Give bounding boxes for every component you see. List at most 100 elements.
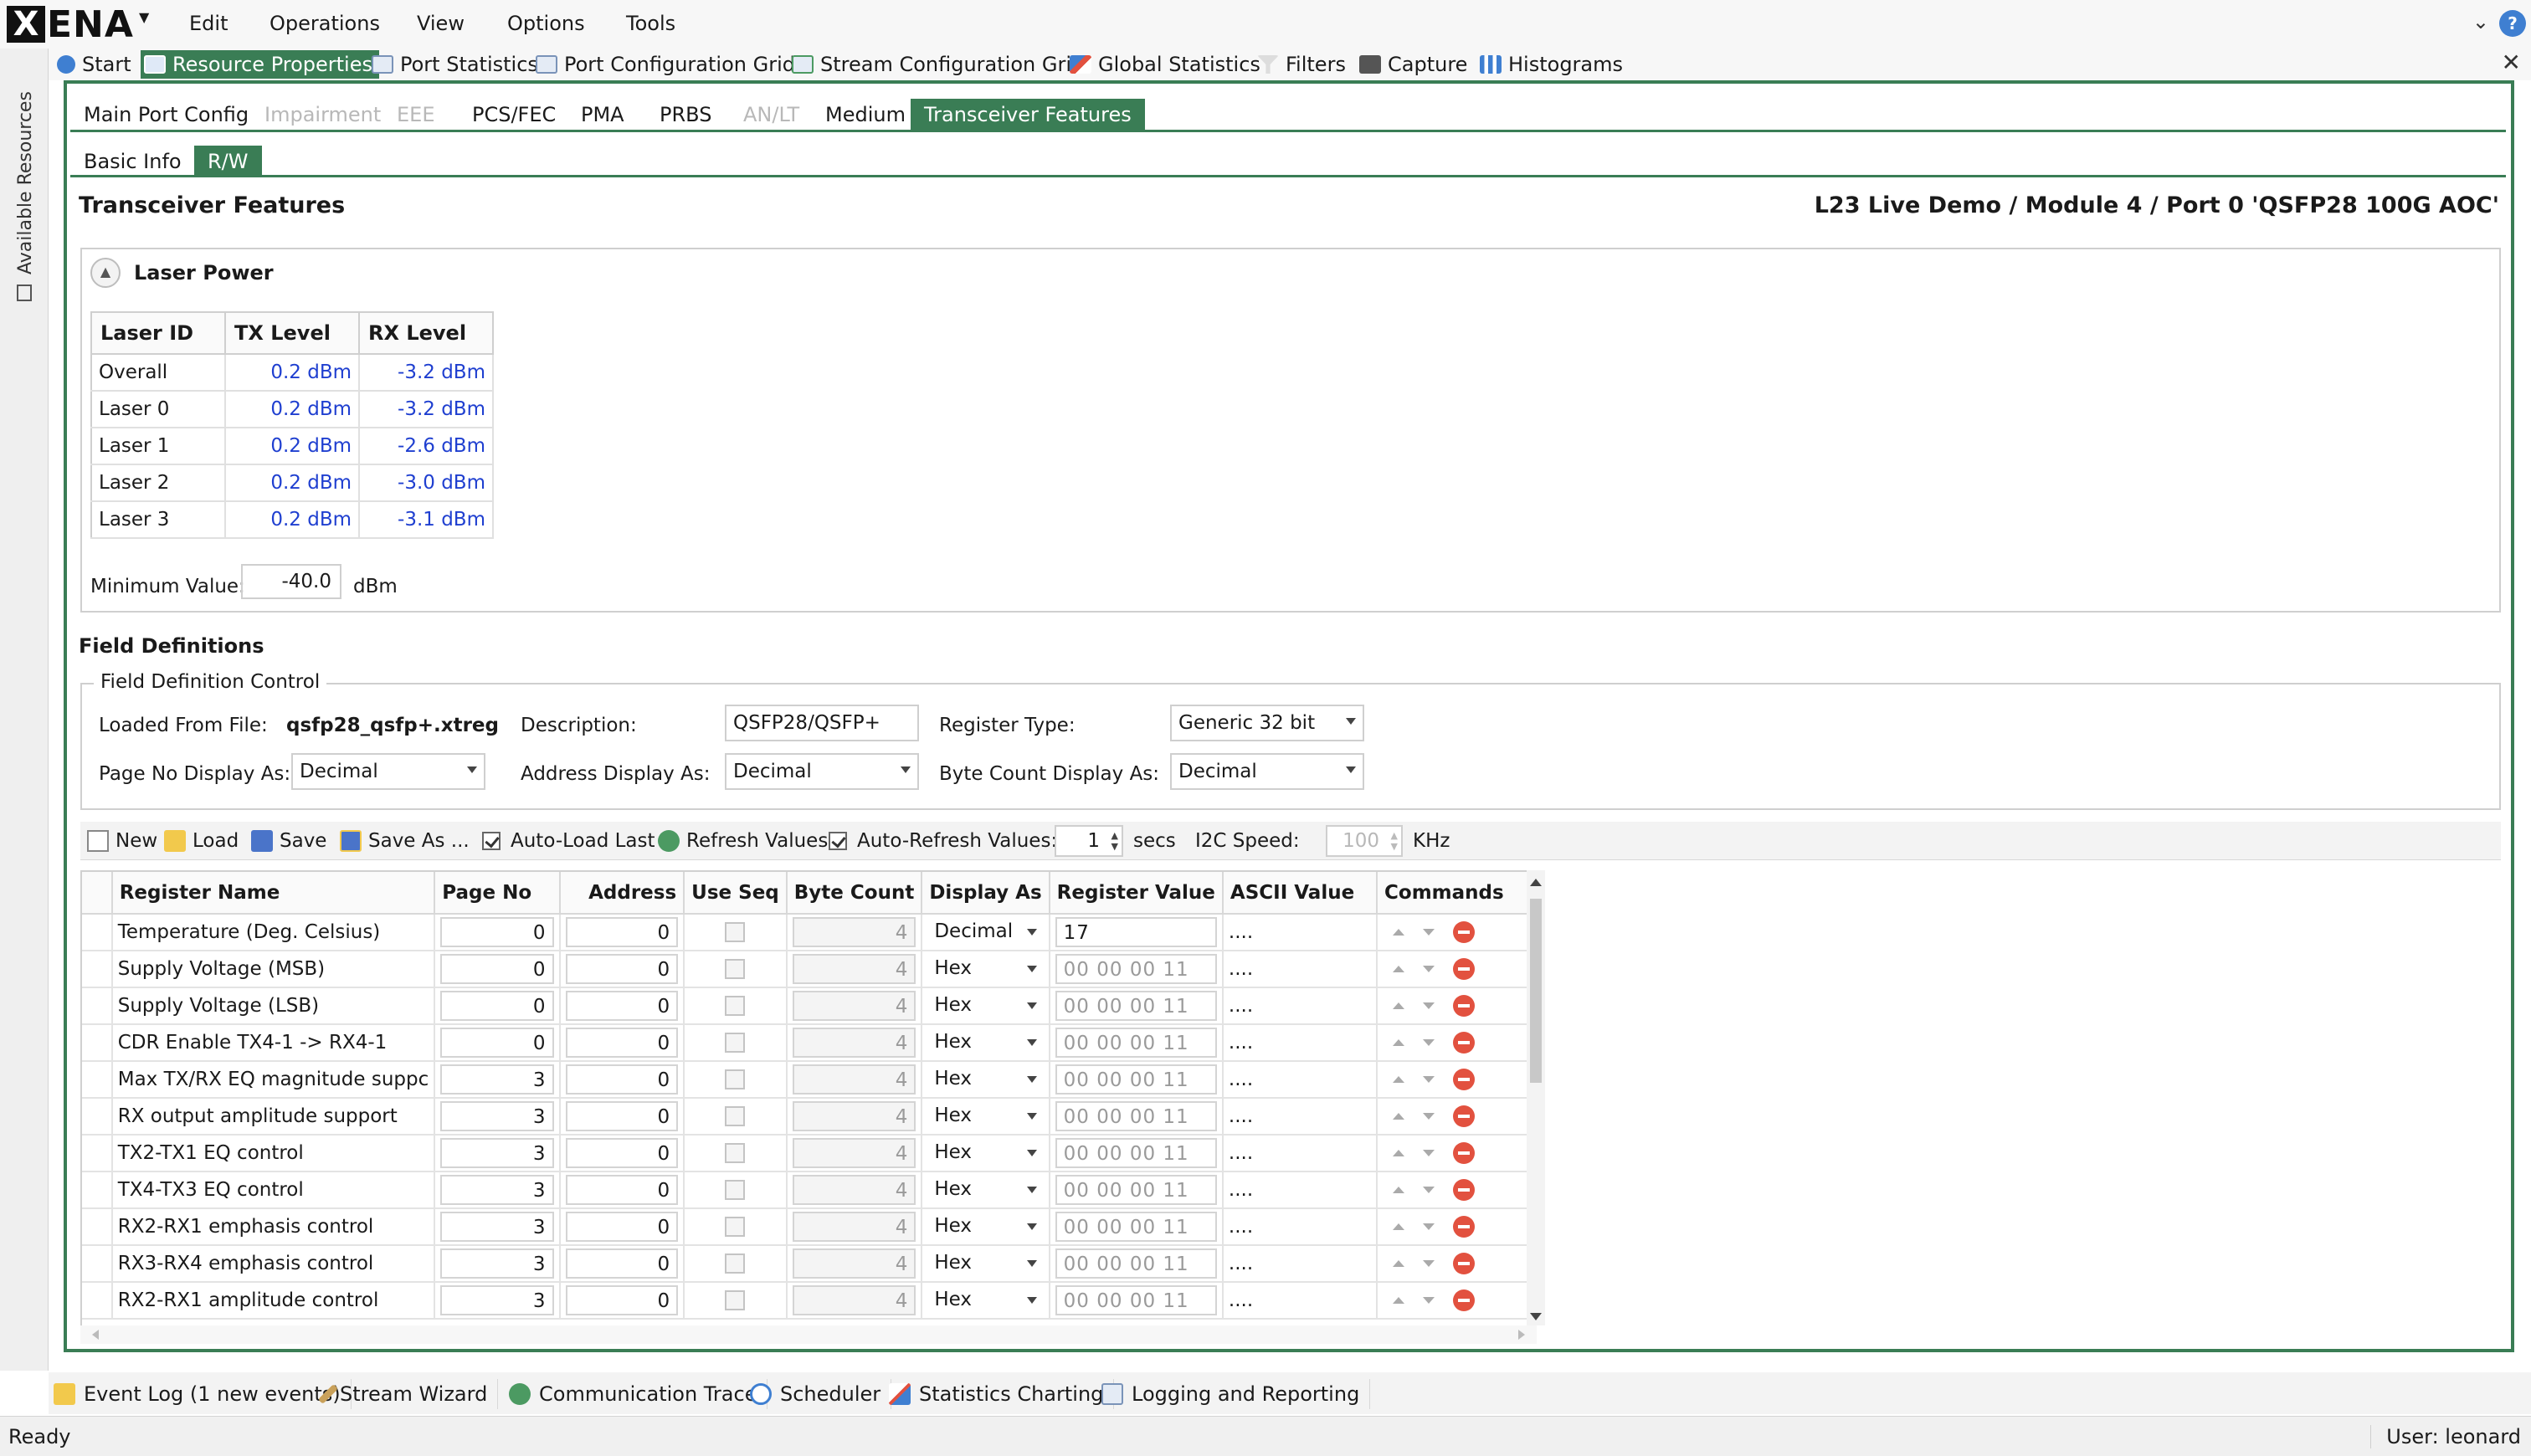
register-name[interactable]: TX4-TX3 EQ control (111, 1171, 436, 1209)
scroll-thumb[interactable] (1530, 899, 1542, 1083)
description-input[interactable]: QSFP28/QSFP+ (725, 705, 919, 741)
column-header-page-no[interactable]: Page No (434, 872, 561, 915)
page-no-input[interactable]: 3 (440, 1138, 554, 1168)
delete-icon[interactable] (1453, 1032, 1476, 1054)
table-row[interactable]: Supply Voltage (LSB) 0 0 4 Hex 00 00 00 11...… (82, 987, 1535, 1025)
table-row[interactable]: TX4-TX3 EQ control 3 0 4 Hex 00 00 00 11.... (82, 1171, 1535, 1209)
column-header-register-value[interactable]: Register Value (1049, 872, 1224, 915)
row-selector[interactable] (82, 1171, 113, 1209)
column-header-use-seq[interactable]: Use Seq (684, 872, 788, 915)
page-no-input[interactable]: 3 (440, 1285, 554, 1315)
table-row[interactable]: RX2-RX1 amplitude control 3 0 4 Hex 00 00 00 … (82, 1282, 1535, 1320)
table-row[interactable]: RX2-RX1 emphasis control 3 0 4 Hex 00 00 00 1… (82, 1208, 1535, 1246)
display-as-select[interactable]: Hex (927, 1285, 1043, 1315)
move-down-icon[interactable] (1423, 1002, 1435, 1009)
display-as-select[interactable]: Hex (927, 1212, 1043, 1242)
register-name[interactable]: CDR Enable TX4-1 -> RX4-1 (111, 1024, 436, 1062)
register-name[interactable]: RX2-RX1 amplitude control (111, 1282, 436, 1320)
page-no-input[interactable]: 3 (440, 1101, 554, 1131)
address-input[interactable]: 0 (565, 917, 679, 947)
address-input[interactable]: 0 (565, 1138, 679, 1168)
column-header-byte-count[interactable]: Byte Count (786, 872, 923, 915)
move-up-icon[interactable] (1393, 1260, 1405, 1267)
register-value-input[interactable]: 17 (1055, 917, 1217, 947)
use-seq-checkbox[interactable] (725, 1143, 746, 1163)
delete-icon[interactable] (1453, 1216, 1476, 1238)
menu-view[interactable]: View (417, 12, 465, 35)
column-header-commands[interactable]: Commands (1377, 872, 1535, 915)
table-row[interactable]: CDR Enable TX4-1 -> RX4-1 0 0 4 Hex 00 00 00 … (82, 1024, 1535, 1062)
row-selector[interactable] (82, 1098, 113, 1136)
display-as-select[interactable]: Hex (927, 991, 1043, 1021)
delete-icon[interactable] (1453, 1069, 1476, 1090)
page-no-display-select[interactable]: Decimal (291, 753, 485, 790)
move-down-icon[interactable] (1423, 1113, 1435, 1120)
display-as-select[interactable]: Hex (927, 1028, 1043, 1058)
pin-icon[interactable] (17, 285, 32, 301)
menu-tools[interactable]: Tools (626, 12, 675, 35)
logo-caret-icon[interactable]: ▼ (139, 9, 149, 25)
register-type-select[interactable]: Generic 32 bit (1170, 705, 1364, 741)
available-resources-strip[interactable]: Available Resources (0, 49, 49, 1371)
tab-event-log[interactable]: Event Log (1 new events) (54, 1379, 352, 1409)
page-no-input[interactable]: 3 (440, 1175, 554, 1205)
register-name[interactable]: Temperature (Deg. Celsius) (111, 914, 436, 951)
table-row[interactable]: TX2-TX1 EQ control 3 0 4 Hex 00 00 00 11.... (82, 1135, 1535, 1172)
page-no-input[interactable]: 0 (440, 1028, 554, 1058)
address-input[interactable]: 0 (565, 1212, 679, 1242)
move-up-icon[interactable] (1393, 1223, 1405, 1230)
tab-transceiver-features[interactable]: Transceiver Features (911, 99, 1145, 131)
row-selector[interactable] (82, 1024, 113, 1062)
use-seq-checkbox[interactable] (725, 1290, 746, 1310)
scroll-left-icon[interactable] (92, 1330, 99, 1340)
menu-options[interactable]: Options (507, 12, 585, 35)
move-down-icon[interactable] (1423, 966, 1435, 972)
toolbar-port-configuration-grid[interactable]: Port Configuration Grid (532, 50, 802, 79)
table-row[interactable]: RX3-RX4 emphasis control 3 0 4 Hex 00 00 00 1… (82, 1245, 1535, 1283)
scroll-right-icon[interactable] (1518, 1330, 1525, 1340)
register-value-input[interactable]: 00 00 00 11 (1055, 1028, 1217, 1058)
page-no-input[interactable]: 3 (440, 1248, 554, 1279)
page-no-input[interactable]: 0 (440, 917, 554, 947)
column-header-address[interactable]: Address (559, 872, 685, 915)
byte-count-display-select[interactable]: Decimal (1170, 753, 1364, 790)
use-seq-checkbox[interactable] (725, 996, 746, 1016)
register-value-input[interactable]: 00 00 00 11 (1055, 1175, 1217, 1205)
move-down-icon[interactable] (1423, 1039, 1435, 1046)
delete-icon[interactable] (1453, 1289, 1476, 1311)
page-no-input[interactable]: 3 (440, 1212, 554, 1242)
move-down-icon[interactable] (1423, 1260, 1435, 1267)
help-icon[interactable]: ? (2499, 10, 2526, 37)
tab-prbs[interactable]: PRBS (646, 99, 725, 131)
tab-communication-trace[interactable]: Communication Trace (509, 1379, 768, 1409)
move-up-icon[interactable] (1393, 1076, 1405, 1083)
grid-horizontal-scrollbar[interactable] (80, 1325, 1537, 1344)
row-selector[interactable] (82, 1282, 113, 1320)
toolbar-filters[interactable]: Filters (1254, 50, 1353, 79)
address-input[interactable]: 0 (565, 954, 679, 984)
row-selector[interactable] (82, 1208, 113, 1246)
tab-basic-info[interactable]: Basic Info (70, 146, 195, 177)
table-row[interactable]: RX output amplitude support 3 0 4 Hex 00 00 0… (82, 1098, 1535, 1136)
register-value-input[interactable]: 00 00 00 11 (1055, 954, 1217, 984)
table-row[interactable]: Temperature (Deg. Celsius) 0 0 4 Decimal 17..… (82, 914, 1535, 951)
register-value-input[interactable]: 00 00 00 11 (1055, 1138, 1217, 1168)
menu-operations[interactable]: Operations (270, 12, 380, 35)
register-name[interactable]: Max TX/RX EQ magnitude suppc (111, 1061, 436, 1099)
register-value-input[interactable]: 00 00 00 11 (1055, 991, 1217, 1021)
register-name[interactable]: TX2-TX1 EQ control (111, 1135, 436, 1172)
column-header-display-as[interactable]: Display As (922, 872, 1050, 915)
display-as-select[interactable]: Hex (927, 954, 1043, 984)
xena-logo[interactable]: X ENA ▼ (7, 3, 149, 46)
move-down-icon[interactable] (1423, 1076, 1435, 1083)
new-button[interactable]: New (87, 827, 157, 855)
move-down-icon[interactable] (1423, 929, 1435, 936)
use-seq-checkbox[interactable] (725, 1069, 746, 1089)
address-input[interactable]: 0 (565, 1175, 679, 1205)
display-as-select[interactable]: Decimal (927, 917, 1043, 947)
auto-load-last-checkbox[interactable]: Auto-Load Last (482, 827, 655, 855)
page-no-input[interactable]: 3 (440, 1064, 554, 1095)
toolbar-global-statistics[interactable]: Global Statistics (1066, 50, 1267, 79)
move-up-icon[interactable] (1393, 1297, 1405, 1304)
register-name[interactable]: Supply Voltage (LSB) (111, 987, 436, 1025)
